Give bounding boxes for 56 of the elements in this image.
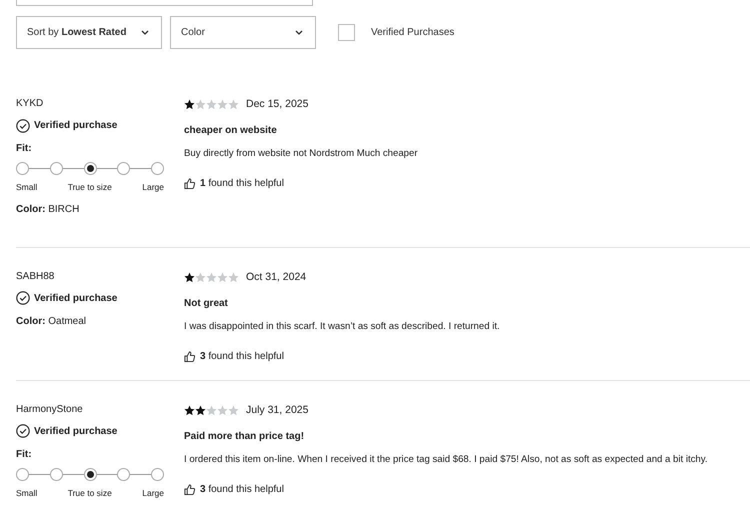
fit-scale-label: Large [142,181,164,194]
star-icon [206,272,217,284]
sort-dropdown[interactable]: Sort by Lowest Rated [16,16,162,49]
star-icon [217,99,228,110]
color-label: Color: BIRCH [16,202,80,217]
review-text: I was disappointed in this scarf. It wasn’t as soft as described. I returned it. [184,320,501,334]
helpful-count: 3 found this helpful [200,483,284,498]
star-icon [217,272,228,284]
verified-label: Verified purchase [34,424,118,439]
star-icon [217,405,228,416]
check-circle-icon [16,291,30,306]
review-text: I ordered this item on-line. When I received it the price tag said $68. I paid $75! Also, not as soft as expected and a bit itchy. [184,452,709,467]
helpful-count: 1 found this helpful [200,177,284,192]
verified-label: Verified purchase [34,292,118,306]
verified-label: Verified purchase [34,119,118,133]
star-icon [184,272,195,284]
review-title: Paid more than price tag! [184,430,306,444]
thumbs-up-icon[interactable] [184,350,195,362]
fit-scale-label: Small [16,486,38,500]
review-date: July 31, 2025 [246,402,308,418]
fit-scale-label: Large [142,486,164,500]
star-icon [228,272,239,284]
star-icon [184,405,195,416]
chevron-down-icon [141,30,149,35]
star-icon [228,405,239,416]
helpful-count: 3 found this helpful [200,350,284,364]
color-dropdown[interactable]: Color [170,16,316,49]
fit-label: Fit: [16,142,33,156]
review-date: Oct 31, 2024 [246,270,306,285]
star-icon [195,99,206,110]
reviewer-name: SABH88 [16,270,56,284]
verified-checkbox[interactable] [338,24,355,41]
review-text: Buy directly from website not Nordstrom Much cheaper [184,146,419,161]
review-title: Not great [184,296,229,310]
search-field[interactable] [16,0,313,6]
reviewer-name: HarmonyStone [16,402,84,417]
thumbs-up-icon[interactable] [184,484,195,496]
chevron-down-icon [295,30,303,35]
review-date: Dec 15, 2025 [246,97,308,112]
reviewer-name: KYKD [16,97,44,111]
star-icon [184,99,195,110]
thumbs-up-icon[interactable] [184,178,195,190]
fit-scale-label: True to size [68,486,112,500]
star-icon [195,405,206,416]
check-circle-icon [16,424,30,438]
star-icon [195,272,206,284]
star-icon [206,405,217,416]
review-title: cheaper on website [184,124,278,138]
star-icon [228,99,239,110]
fit-label: Fit: [16,448,33,462]
check-circle-icon [16,118,30,132]
fit-scale-label: True to size [68,181,112,194]
star-icon [206,99,217,110]
fit-scale-label: Small [16,181,38,194]
color-label: Color: Oatmeal [16,314,88,329]
checkbox-label[interactable]: Verified Purchases [371,25,454,40]
